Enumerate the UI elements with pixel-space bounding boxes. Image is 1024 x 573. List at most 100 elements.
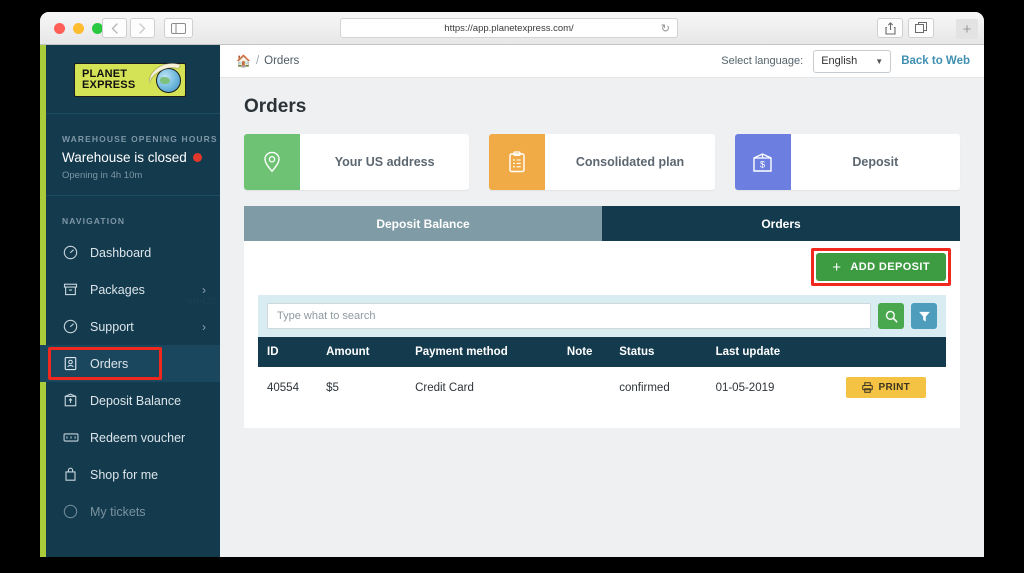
dashboard-icon (62, 244, 79, 261)
reload-icon[interactable]: ↻ (661, 22, 670, 35)
logo-text: PLANET EXPRESS (75, 69, 135, 91)
navigation-section-label: NAVIGATION (62, 216, 126, 226)
map-pin-icon (244, 134, 300, 190)
card-your-us-address[interactable]: Your US address (244, 134, 470, 190)
chevron-right-icon: › (202, 319, 206, 334)
deposit-box-icon: $ (734, 134, 791, 190)
sidebar-item-my-tickets[interactable]: My tickets (40, 493, 220, 530)
sidebar-item-deposit-balance[interactable]: Deposit Balance (40, 382, 220, 419)
browser-window: https://app.planetexpress.com/ ↻ + PLANE… (40, 12, 984, 557)
box-icon (62, 281, 79, 298)
table-body: 40554 $5 Credit Card confirmed 01-05-201… (258, 367, 946, 408)
sidebar-item-support[interactable]: Support › (40, 308, 220, 345)
sidebar-toggle-icon[interactable] (164, 18, 193, 38)
column-header-payment-method[interactable]: Payment method (415, 337, 567, 367)
table-header-row: ID Amount Payment method Note Status Las… (258, 337, 946, 367)
share-icon[interactable] (877, 18, 903, 38)
filter-button[interactable] (911, 303, 937, 329)
close-window-button[interactable] (54, 23, 65, 34)
card-label: Deposit (852, 155, 899, 169)
warehouse-opening-text: Opening in 4h 10m (62, 170, 143, 181)
add-deposit-button[interactable]: + ADD DEPOSIT (811, 248, 951, 286)
column-header-amount[interactable]: Amount (326, 337, 416, 367)
top-bar-right: Select language: English ▼ Back to Web (721, 49, 970, 73)
column-header-last-update[interactable]: Last update (715, 337, 826, 367)
tab-bar: Deposit Balance Orders (244, 206, 960, 241)
language-select[interactable]: English ▼ (813, 49, 892, 73)
forward-button[interactable] (130, 18, 155, 38)
breadcrumb-current: Orders (264, 55, 300, 67)
chevron-right-icon: › (202, 282, 206, 297)
page-title: Orders (244, 96, 307, 117)
sidebar-item-redeem-voucher[interactable]: Redeem voucher (40, 419, 220, 456)
status-badge (192, 153, 202, 162)
sidebar-item-label: Dashboard (90, 245, 152, 260)
panel-toolbar: + ADD DEPOSIT (258, 248, 951, 286)
printer-icon (861, 382, 873, 393)
page-body: PLANET EXPRESS WAREHOUSE OPENING HOURS W… (40, 45, 984, 557)
back-button[interactable] (102, 18, 127, 38)
address-bar[interactable]: https://app.planetexpress.com/ ↻ (340, 18, 678, 38)
bag-icon (62, 466, 79, 483)
sidebar: PLANET EXPRESS WAREHOUSE OPENING HOURS W… (40, 45, 220, 557)
card-deposit[interactable]: $ Deposit (734, 134, 960, 190)
cell-id: 40554 (258, 367, 327, 408)
window-traffic-lights (54, 23, 103, 34)
show-tabs-icon[interactable] (908, 18, 934, 38)
quick-action-cards: Your US address Consolidated plan $ Depo… (244, 134, 960, 190)
plus-icon: + (832, 258, 842, 276)
browser-right-buttons (877, 18, 934, 38)
search-row (258, 295, 946, 337)
table-row[interactable]: 40554 $5 Credit Card confirmed 01-05-201… (258, 367, 946, 408)
cell-payment-method: Credit Card (415, 367, 567, 408)
column-header-note[interactable]: Note (566, 337, 620, 367)
orders-panel: + ADD DEPOSIT Type what to search ID Amo… (244, 241, 960, 428)
orders-icon (62, 355, 79, 372)
cell-amount: $5 (326, 367, 416, 408)
card-consolidated-plan[interactable]: Consolidated plan (489, 134, 715, 190)
sidebar-item-orders[interactable]: Orders (40, 345, 220, 382)
tab-deposit-balance[interactable]: Deposit Balance (244, 206, 602, 241)
sidebar-item-shop-for-me[interactable]: Shop for me (40, 456, 220, 493)
clipboard-icon (489, 134, 546, 190)
breadcrumb-separator: / (255, 55, 260, 67)
browser-chrome: https://app.planetexpress.com/ ↻ + (40, 12, 984, 45)
sidebar-item-dashboard[interactable]: Dashboard (40, 234, 220, 271)
column-header-id[interactable]: ID (258, 337, 327, 367)
sidebar-item-label: Redeem voucher (90, 430, 186, 445)
back-to-web-link[interactable]: Back to Web (901, 55, 970, 67)
cell-last-update: 01-05-2019 (715, 367, 826, 408)
minimize-window-button[interactable] (73, 23, 84, 34)
brand-logo[interactable]: PLANET EXPRESS (40, 45, 220, 114)
screen-frame: https://app.planetexpress.com/ ↻ + PLANE… (0, 0, 1024, 573)
warehouse-section-label: WAREHOUSE OPENING HOURS (62, 134, 218, 144)
print-label: PRINT (878, 382, 910, 393)
language-label: Select language: (721, 55, 804, 67)
column-header-status[interactable]: Status (619, 337, 716, 367)
new-tab-button[interactable]: + (956, 19, 978, 39)
breadcrumb: 🏠 / Orders (236, 54, 299, 68)
warehouse-status: Warehouse is closed (62, 150, 220, 165)
home-icon[interactable]: 🏠 (236, 54, 251, 68)
language-value: English (821, 55, 858, 67)
sidebar-item-label: Shop for me (90, 467, 159, 482)
cell-note (566, 367, 620, 408)
svg-text:$: $ (760, 159, 765, 169)
logo-line-2: EXPRESS (82, 79, 136, 91)
support-icon (62, 318, 79, 335)
main-content: 🏠 / Orders Select language: English ▼ Ba… (220, 45, 984, 557)
search-input[interactable] (267, 303, 871, 329)
sidebar-item-label: My tickets (90, 504, 146, 519)
voucher-icon (62, 429, 79, 446)
card-label: Your US address (334, 155, 435, 169)
tab-orders[interactable]: Orders (602, 206, 960, 241)
search-button[interactable] (878, 303, 904, 329)
content-area: Orders Your US address Consolidated plan… (220, 78, 984, 428)
print-button[interactable]: PRINT (845, 377, 926, 398)
url-text: https://app.planetexpress.com/ (444, 22, 574, 34)
chevron-down-icon: ▼ (875, 56, 884, 66)
warehouse-status-block: Warehouse is closed Opening in 4h 10m (40, 146, 220, 181)
top-bar: 🏠 / Orders Select language: English ▼ Ba… (220, 45, 984, 78)
card-label: Consolidated plan (575, 155, 685, 169)
sidebar-item-packages[interactable]: Packages › (40, 271, 220, 308)
